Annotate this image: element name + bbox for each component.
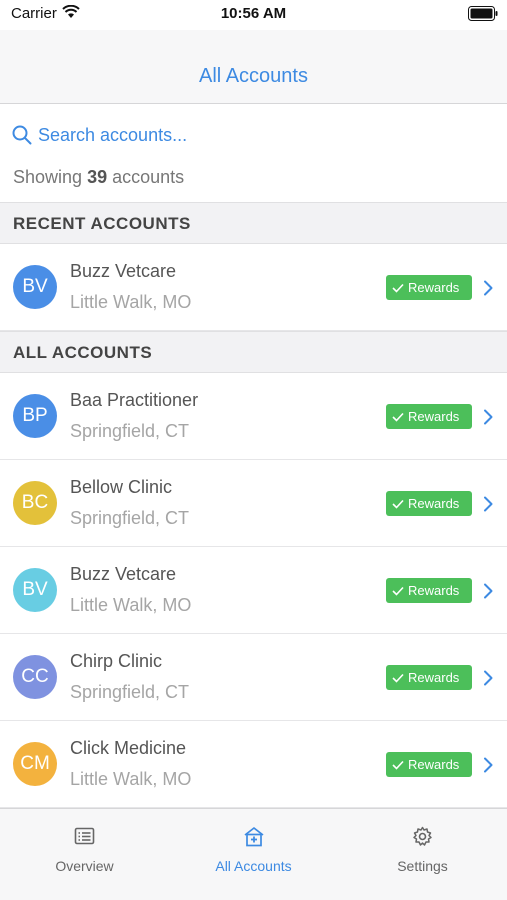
chevron-right-icon [484, 409, 493, 425]
rewards-badge-label: Rewards [408, 757, 460, 772]
account-name: Chirp Clinic [70, 651, 163, 671]
tab-all-accounts[interactable]: All Accounts [169, 809, 338, 900]
chevron-right-icon [484, 757, 493, 773]
rewards-badge-label: Rewards [408, 409, 460, 424]
chevron-right-icon [484, 583, 493, 599]
account-name: Buzz Vetcare [70, 261, 177, 281]
checkmark-icon [392, 499, 404, 509]
search-input[interactable]: Search accounts... [12, 118, 187, 152]
account-location: Little Walk, MO [70, 595, 192, 615]
account-count: Showing 39 accounts [13, 167, 185, 187]
account-row[interactable]: CM Click Medicine Little Walk, MO Rewards [0, 721, 507, 808]
navigation-bar: All Accounts [0, 30, 507, 104]
avatar: BP [13, 394, 57, 438]
account-name: Bellow Clinic [70, 477, 173, 497]
chevron-right-icon [484, 496, 493, 512]
status-bar: Carrier 10:56 AM [0, 0, 507, 30]
account-row[interactable]: BC Bellow Clinic Springfield, CT Rewards [0, 460, 507, 547]
checkmark-icon [392, 412, 404, 422]
checkmark-icon [392, 283, 404, 293]
tab-bar: Overview All Accounts Settings [0, 808, 507, 900]
chevron-right-icon [484, 670, 493, 686]
section-header-all: ALL ACCOUNTS [0, 331, 507, 373]
rewards-badge-label: Rewards [408, 496, 460, 511]
clock: 10:56 AM [220, 5, 287, 22]
checkmark-icon [392, 760, 404, 770]
rewards-badge-label: Rewards [408, 670, 460, 685]
tab-overview[interactable]: Overview [0, 809, 169, 900]
rewards-badge: Rewards [386, 578, 472, 603]
avatar: CM [13, 742, 57, 786]
account-row[interactable]: BV Buzz Vetcare Little Walk, MO Rewards [0, 547, 507, 634]
section-header-recent: RECENT ACCOUNTS [0, 202, 507, 244]
avatar: BV [13, 265, 57, 309]
search-placeholder: Search accounts... [38, 124, 188, 145]
chevron-right-icon [484, 280, 493, 296]
tab-settings[interactable]: Settings [338, 809, 507, 900]
search-icon [12, 125, 32, 145]
account-location: Springfield, CT [70, 682, 190, 702]
account-location: Little Walk, MO [70, 292, 192, 312]
account-name: Click Medicine [70, 738, 187, 758]
rewards-badge: Rewards [386, 665, 472, 690]
account-name: Baa Practitioner [70, 390, 199, 410]
rewards-badge: Rewards [386, 404, 472, 429]
account-name: Buzz Vetcare [70, 564, 177, 584]
checkmark-icon [392, 673, 404, 683]
avatar: BV [13, 568, 57, 612]
rewards-badge: Rewards [386, 491, 472, 516]
account-location: Springfield, CT [70, 508, 190, 528]
checkmark-icon [392, 586, 404, 596]
rewards-badge-label: Rewards [408, 583, 460, 598]
account-row[interactable]: BP Baa Practitioner Springfield, CT Rewards [0, 373, 507, 460]
rewards-badge-label: Rewards [408, 280, 460, 295]
building-plus-icon [244, 827, 264, 847]
list-icon [74, 827, 95, 845]
account-location: Little Walk, MO [70, 769, 192, 789]
battery-icon [468, 6, 498, 21]
gear-icon [413, 826, 432, 846]
avatar: BC [13, 481, 57, 525]
avatar: CC [13, 655, 57, 699]
account-count-value: 39 [87, 167, 108, 187]
rewards-badge: Rewards [386, 275, 472, 300]
account-location: Springfield, CT [70, 421, 190, 441]
page-title: All Accounts [199, 65, 308, 87]
account-row[interactable]: BV Buzz Vetcare Little Walk, MO Rewards [0, 244, 507, 331]
account-row[interactable]: CC Chirp Clinic Springfield, CT Rewards [0, 634, 507, 721]
rewards-badge: Rewards [386, 752, 472, 777]
